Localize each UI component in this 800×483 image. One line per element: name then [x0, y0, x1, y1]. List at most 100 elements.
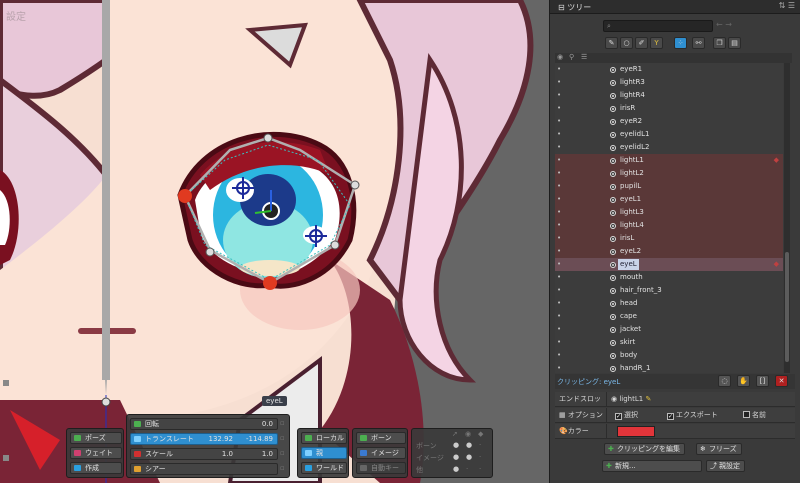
- edit-pencil-icon[interactable]: ✎: [645, 395, 651, 403]
- visibility-dot-icon[interactable]: •: [557, 310, 561, 323]
- key-column-icon[interactable]: ⚲: [569, 53, 574, 61]
- visibility-dot-icon[interactable]: •: [557, 271, 561, 284]
- visibility-dot-icon[interactable]: •: [557, 141, 561, 154]
- name-checkbox[interactable]: 名前: [743, 408, 766, 423]
- tree-scrollbar-thumb[interactable]: [785, 252, 789, 362]
- tree-search-input[interactable]: ⌕: [603, 20, 713, 32]
- clip-delete-button[interactable]: ✕: [775, 375, 788, 387]
- export-checkbox[interactable]: ✓ エクスポート: [667, 408, 718, 423]
- bone-select-toggle[interactable]: ●: [466, 441, 472, 449]
- freeze-button[interactable]: ❄ フリーズ: [696, 443, 742, 455]
- tree-row[interactable]: • eyeL2: [555, 245, 783, 258]
- search-nav-arrows[interactable]: ← →: [716, 20, 732, 29]
- visibility-dot-icon[interactable]: •: [557, 115, 561, 128]
- filter-brush-button[interactable]: ✎: [605, 37, 618, 49]
- tree-row[interactable]: • pupilL: [555, 180, 783, 193]
- translate-row[interactable]: トランスレート 132.92 -114.89: [130, 433, 278, 445]
- tree-row[interactable]: • jacket: [555, 323, 783, 336]
- parent-set-button[interactable]: ⤴ 親設定: [706, 460, 745, 472]
- visibility-dot-icon[interactable]: •: [557, 232, 561, 245]
- tree-row[interactable]: • lightL4: [555, 219, 783, 232]
- translate-x-value[interactable]: 132.92: [193, 434, 234, 444]
- visibility-column-icon[interactable]: ◉: [557, 53, 563, 61]
- visibility-dot-icon[interactable]: •: [557, 63, 561, 76]
- image-name-toggle[interactable]: ·: [479, 453, 481, 461]
- visibility-dot-icon[interactable]: •: [557, 323, 561, 336]
- rotate-value[interactable]: 0.0: [237, 419, 273, 429]
- auto-key-button[interactable]: 自動キー: [356, 462, 406, 474]
- image-target-button[interactable]: イメージ: [356, 447, 406, 459]
- visibility-dot-icon[interactable]: •: [557, 219, 561, 232]
- visibility-dot-icon[interactable]: •: [557, 297, 561, 310]
- end-slot-value[interactable]: ◉ lightL1 ✎: [611, 392, 651, 407]
- translate-lock-icon[interactable]: ▫: [280, 434, 287, 443]
- parent-axes-button[interactable]: 親: [301, 447, 347, 459]
- tree-row[interactable]: • mouth: [555, 271, 783, 284]
- tree-row[interactable]: • body: [555, 349, 783, 362]
- tree-row[interactable]: • lightR3: [555, 76, 783, 89]
- tree-list[interactable]: • eyeR1 • lightR3 • lightR4 • irisR • eyeR2 • eyeli…: [555, 63, 783, 373]
- filter-pencil-button[interactable]: ✐: [635, 37, 648, 49]
- color-swatch[interactable]: [617, 426, 655, 437]
- filter-dots-button[interactable]: ⁘: [674, 37, 687, 49]
- tree-row[interactable]: • handR_1: [555, 362, 783, 373]
- tree-row[interactable]: • lightL2: [555, 167, 783, 180]
- visibility-dot-icon[interactable]: •: [557, 245, 561, 258]
- bone-name-toggle[interactable]: ·: [479, 441, 481, 449]
- filter-circle-button[interactable]: ○: [620, 37, 633, 49]
- visibility-dot-icon[interactable]: •: [557, 128, 561, 141]
- tree-row[interactable]: • skirt: [555, 336, 783, 349]
- local-axes-button[interactable]: ローカル: [301, 432, 347, 444]
- weight-mode-button[interactable]: ウェイト: [70, 447, 122, 459]
- other-visible-toggle[interactable]: ●: [453, 465, 459, 473]
- scale-row[interactable]: スケール 1.0 1.0: [130, 448, 278, 460]
- filter-bone-button[interactable]: Y: [650, 37, 663, 49]
- clip-hand-button[interactable]: ✋: [737, 375, 750, 387]
- tree-row[interactable]: • eyeR2: [555, 115, 783, 128]
- new-button[interactable]: ✚ 新規...: [602, 460, 702, 472]
- edit-clipping-button[interactable]: ✚ クリッピングを編集: [604, 443, 685, 455]
- clip-settings-button[interactable]: ◌: [718, 375, 731, 387]
- paste-button[interactable]: ▤: [728, 37, 741, 49]
- scale-lock-icon[interactable]: ▫: [280, 449, 287, 458]
- tree-row[interactable]: • eyeL1: [555, 193, 783, 206]
- copy-button[interactable]: ❐: [713, 37, 726, 49]
- tree-row[interactable]: • lightR4: [555, 89, 783, 102]
- world-axes-button[interactable]: ワールド: [301, 462, 347, 474]
- bone-visible-toggle[interactable]: ●: [453, 441, 459, 449]
- visibility-dot-icon[interactable]: •: [557, 180, 561, 193]
- other-select-toggle[interactable]: ·: [466, 465, 468, 473]
- image-select-toggle[interactable]: ●: [466, 453, 472, 461]
- tree-row[interactable]: • lightL3: [555, 206, 783, 219]
- tree-row[interactable]: • irisR: [555, 102, 783, 115]
- tree-row[interactable]: • eyeR1: [555, 63, 783, 76]
- tree-tab[interactable]: ⊟ ツリー: [558, 2, 591, 13]
- translate-y-value[interactable]: -114.89: [237, 434, 273, 444]
- visibility-dot-icon[interactable]: •: [557, 102, 561, 115]
- create-mode-button[interactable]: 作成: [70, 462, 122, 474]
- rotate-lock-icon[interactable]: ▫: [280, 419, 287, 428]
- visibility-dot-icon[interactable]: •: [557, 76, 561, 89]
- visibility-dot-icon[interactable]: •: [557, 154, 561, 167]
- tree-row[interactable]: • cape: [555, 310, 783, 323]
- filter-link-button[interactable]: ⚯: [692, 37, 705, 49]
- scale-x-value[interactable]: 1.0: [193, 449, 233, 459]
- visibility-dot-icon[interactable]: •: [557, 206, 561, 219]
- visibility-dot-icon[interactable]: •: [557, 167, 561, 180]
- visibility-dot-icon[interactable]: •: [557, 362, 561, 373]
- tree-row[interactable]: • hair_front_3: [555, 284, 783, 297]
- visibility-dot-icon[interactable]: •: [557, 193, 561, 206]
- select-checkbox[interactable]: ✓ 選択: [615, 408, 638, 423]
- tree-row[interactable]: • eyelidL1: [555, 128, 783, 141]
- list-column-icon[interactable]: ☰: [581, 53, 587, 61]
- tree-row[interactable]: • head: [555, 297, 783, 310]
- tree-row[interactable]: • eyeL ◆: [555, 258, 783, 271]
- clip-bracket-button[interactable]: []: [756, 375, 769, 387]
- visibility-dot-icon[interactable]: •: [557, 89, 561, 102]
- visibility-dot-icon[interactable]: •: [557, 349, 561, 362]
- tree-row[interactable]: • eyelidL2: [555, 141, 783, 154]
- other-name-toggle[interactable]: ·: [479, 465, 481, 473]
- shear-lock-icon[interactable]: ▫: [280, 464, 287, 473]
- pose-mode-button[interactable]: ポーズ: [70, 432, 122, 444]
- scale-y-value[interactable]: 1.0: [237, 449, 273, 459]
